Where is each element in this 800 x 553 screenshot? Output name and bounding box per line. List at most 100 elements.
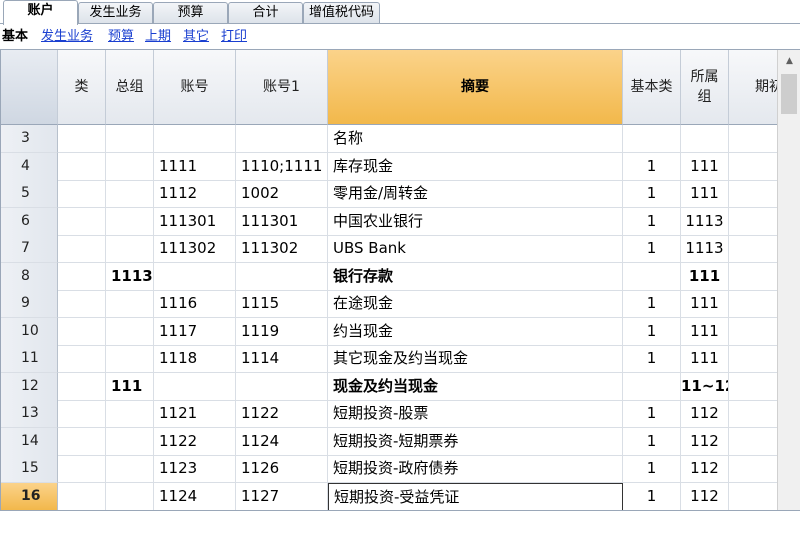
cell-account[interactable]: 1116 (154, 290, 236, 318)
cell-account[interactable]: 1123 (154, 455, 236, 483)
tab-accounts[interactable]: 账户 (3, 0, 78, 25)
cell-account1[interactable]: 1114 (236, 345, 328, 373)
header-account[interactable]: 账号 (154, 50, 236, 125)
cell-basic-type[interactable]: 1 (623, 180, 681, 208)
cell-account1[interactable]: 1119 (236, 317, 328, 346)
cell-class[interactable] (58, 317, 106, 346)
cell-description[interactable]: 名称 (328, 125, 623, 153)
view-link-previous-period[interactable]: 上期 (145, 26, 171, 48)
cell-group[interactable] (106, 207, 154, 236)
table-row[interactable]: 7 111302 111302 UBS Bank 1 1113 (1, 235, 800, 263)
table-row[interactable]: 14 1122 1124 短期投资-短期票券 1 112 (1, 427, 800, 456)
scroll-up-arrow-icon[interactable]: ▲ (778, 50, 800, 72)
cell-belongs-group[interactable]: 1113 (681, 235, 729, 263)
cell-account1[interactable]: 1002 (236, 180, 328, 208)
cell-description[interactable]: 现金及约当现金 (328, 372, 623, 401)
cell-class[interactable] (58, 180, 106, 208)
header-class[interactable]: 类 (58, 50, 106, 125)
cell-account[interactable] (154, 125, 236, 153)
tab-totals[interactable]: 合计 (228, 2, 303, 23)
cell-account[interactable]: 1122 (154, 427, 236, 456)
cell-description[interactable]: 短期投资-政府债券 (328, 455, 623, 483)
table-row[interactable]: 16 1124 1127 短期投资-受益凭证 1 112 (1, 482, 800, 510)
cell-account1[interactable]: 1127 (236, 482, 328, 510)
cell-basic-type[interactable]: 1 (623, 317, 681, 346)
header-basic-type[interactable]: 基本类 (623, 50, 681, 125)
cell-account1[interactable]: 111302 (236, 235, 328, 263)
cell-description[interactable]: 中国农业银行 (328, 207, 623, 236)
cell-account[interactable]: 1118 (154, 345, 236, 373)
cell-group[interactable] (106, 455, 154, 483)
row-number[interactable]: 5 (1, 180, 58, 208)
cell-group[interactable] (106, 152, 154, 181)
cell-group[interactable] (106, 400, 154, 428)
table-row[interactable]: 9 1116 1115 在途现金 1 111 (1, 290, 800, 318)
cell-belongs-group[interactable]: 111 (681, 180, 729, 208)
row-number[interactable]: 11 (1, 345, 58, 373)
cell-account1[interactable]: 1110;1111 (236, 152, 328, 181)
header-belongs-group[interactable]: 所属组 (681, 50, 729, 125)
cell-account[interactable]: 1124 (154, 482, 236, 510)
cell-group[interactable] (106, 235, 154, 263)
cell-account1[interactable]: 1124 (236, 427, 328, 456)
view-link-other[interactable]: 其它 (183, 26, 209, 48)
cell-group[interactable] (106, 180, 154, 208)
cell-group[interactable]: 111 (106, 372, 154, 401)
cell-description[interactable]: UBS Bank (328, 235, 623, 263)
cell-belongs-group[interactable]: 112 (681, 400, 729, 428)
row-number[interactable]: 12 (1, 372, 58, 401)
cell-basic-type[interactable]: 1 (623, 400, 681, 428)
cell-class[interactable] (58, 152, 106, 181)
header-account1[interactable]: 账号1 (236, 50, 328, 125)
cell-class[interactable] (58, 262, 106, 291)
table-row[interactable]: 15 1123 1126 短期投资-政府债券 1 112 (1, 455, 800, 483)
cell-group[interactable] (106, 345, 154, 373)
cell-belongs-group[interactable]: 112 (681, 482, 729, 510)
cell-basic-type[interactable]: 1 (623, 207, 681, 236)
cell-description[interactable]: 银行存款 (328, 262, 623, 291)
cell-basic-type[interactable] (623, 372, 681, 401)
cell-basic-type[interactable]: 1 (623, 235, 681, 263)
row-number[interactable]: 10 (1, 317, 58, 346)
table-row[interactable]: 13 1121 1122 短期投资-股票 1 112 (1, 400, 800, 428)
cell-belongs-group[interactable]: 111 (681, 262, 729, 291)
cell-group[interactable] (106, 290, 154, 318)
header-description[interactable]: 摘要 (328, 50, 623, 125)
view-link-print[interactable]: 打印 (221, 26, 247, 48)
cell-account1[interactable]: 1122 (236, 400, 328, 428)
cell-account1[interactable] (236, 262, 328, 291)
cell-group[interactable] (106, 482, 154, 510)
cell-basic-type[interactable]: 1 (623, 290, 681, 318)
tab-budget[interactable]: 预算 (153, 2, 228, 23)
cell-basic-type[interactable]: 1 (623, 152, 681, 181)
cell-basic-type[interactable]: 1 (623, 455, 681, 483)
cell-account1[interactable]: 1126 (236, 455, 328, 483)
row-number[interactable]: 7 (1, 235, 58, 263)
scrollbar-thumb[interactable] (781, 74, 797, 114)
cell-description[interactable]: 约当现金 (328, 317, 623, 346)
cell-class[interactable] (58, 400, 106, 428)
row-number[interactable]: 13 (1, 400, 58, 428)
cell-account[interactable]: 1112 (154, 180, 236, 208)
row-number[interactable]: 16 (1, 482, 58, 510)
cell-basic-type[interactable] (623, 262, 681, 291)
cell-description[interactable]: 其它现金及约当现金 (328, 345, 623, 373)
cell-account[interactable] (154, 262, 236, 291)
view-link-transactions[interactable]: 发生业务 (41, 26, 93, 48)
cell-basic-type[interactable]: 1 (623, 482, 681, 510)
cell-account1[interactable]: 1115 (236, 290, 328, 318)
table-row[interactable]: 12 111 现金及约当现金 11~12 (1, 372, 800, 401)
cell-account[interactable]: 1111 (154, 152, 236, 181)
cell-account1[interactable] (236, 125, 328, 153)
vertical-scrollbar[interactable]: ▲ (777, 50, 800, 510)
cell-belongs-group[interactable]: 111 (681, 345, 729, 373)
cell-group[interactable] (106, 317, 154, 346)
header-group[interactable]: 总组 (106, 50, 154, 125)
row-number[interactable]: 8 (1, 262, 58, 291)
cell-account1[interactable]: 111301 (236, 207, 328, 236)
cell-belongs-group[interactable] (681, 125, 729, 153)
cell-belongs-group[interactable]: 111 (681, 152, 729, 181)
table-row[interactable]: 6 111301 111301 中国农业银行 1 1113 (1, 207, 800, 236)
tab-transactions[interactable]: 发生业务 (78, 2, 153, 23)
cell-class[interactable] (58, 372, 106, 401)
